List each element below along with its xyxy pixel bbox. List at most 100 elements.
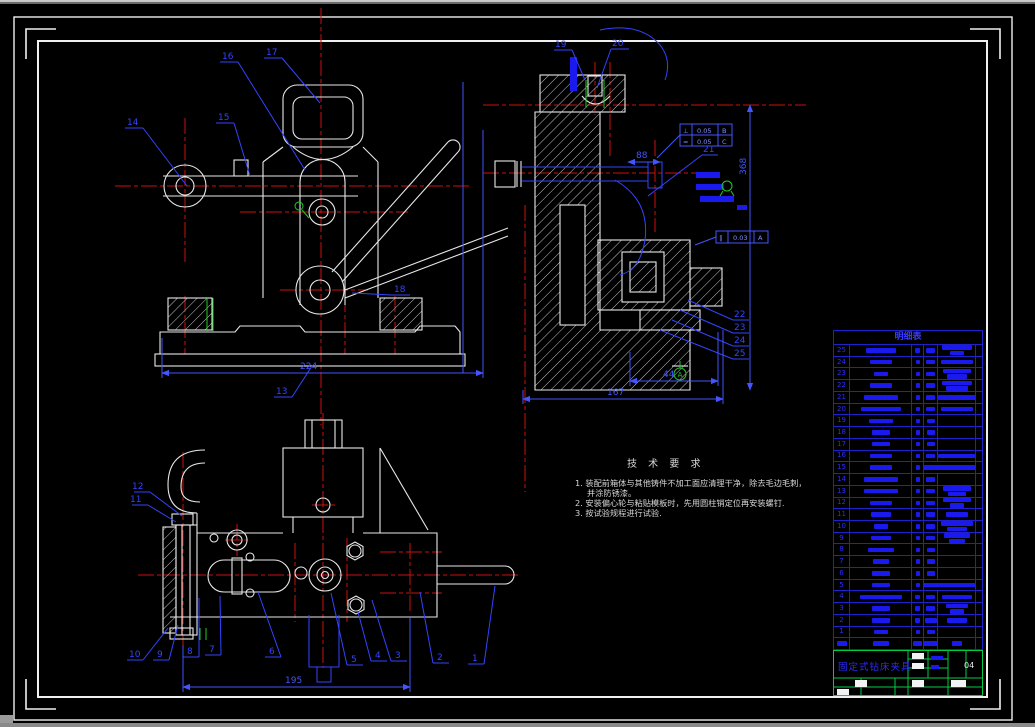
tol3-datum: A bbox=[758, 234, 763, 242]
parts-row-3: 3 bbox=[834, 603, 982, 615]
balloon-15: 15 bbox=[218, 113, 229, 123]
corner-mark-top-right bbox=[970, 28, 1001, 59]
parts-row-23: 23 bbox=[834, 368, 982, 381]
parts-row-24: 24 bbox=[834, 356, 982, 369]
balloon-4: 4 bbox=[375, 651, 381, 661]
parts-row-7: 7 bbox=[834, 556, 982, 568]
balloon-21: 21 bbox=[703, 145, 714, 155]
parts-row-6: 6 bbox=[834, 567, 982, 580]
sheet-number: 04 bbox=[964, 661, 975, 670]
balloon-8: 8 bbox=[187, 647, 193, 657]
parts-row-12: 12 bbox=[834, 497, 982, 510]
front-geometry bbox=[154, 84, 509, 367]
parts-row-15: 15 bbox=[834, 462, 982, 475]
dim-368-text: 368 bbox=[739, 158, 749, 175]
balloon-11: 11 bbox=[130, 495, 141, 505]
tol3-symbol: ∥ bbox=[719, 234, 722, 242]
parts-row-11: 11 bbox=[834, 509, 982, 522]
balloon-14: 14 bbox=[127, 118, 139, 128]
balloon-22: 22 bbox=[734, 310, 745, 320]
tolerance-frame-parallel: ∥ 0.03 A bbox=[694, 230, 769, 246]
tol1-symbol: ⊥ bbox=[683, 127, 689, 135]
balloon-10: 10 bbox=[129, 650, 141, 660]
tech-req-title: 技 术 要 求 bbox=[627, 459, 705, 470]
dim-195-text: 195 bbox=[285, 676, 302, 686]
tol1-value: 0.05 bbox=[697, 127, 711, 135]
parts-row-13: 13 bbox=[834, 485, 982, 498]
parts-row-21: 21 bbox=[834, 391, 982, 404]
title-block[interactable]: 固定式钻床夹具 04 bbox=[833, 650, 983, 696]
balloon-5: 5 bbox=[351, 655, 357, 665]
title-block-text-blur bbox=[931, 656, 943, 660]
balloon-3: 3 bbox=[395, 651, 401, 661]
parts-row-5: 5 bbox=[834, 579, 982, 592]
top-section-symbol bbox=[308, 615, 340, 683]
dim-44-text: 44 bbox=[663, 370, 675, 380]
corner-mark-top-left bbox=[25, 28, 56, 59]
parts-list[interactable]: 明细表 25 24 23 22 21 20 19 18 17 16 15 14 13 12 11 10 9 8 7 6… bbox=[833, 330, 983, 650]
front-dim-224: 224 bbox=[161, 82, 484, 378]
top-view: 10 9 8 7 6 5 4 3 2 1 11 12 195 bbox=[127, 413, 520, 692]
balloon-9: 9 bbox=[157, 650, 163, 660]
tech-req-line-1b: 并涂防锈漆。 bbox=[587, 488, 637, 498]
balloon-18: 18 bbox=[394, 285, 406, 295]
tol2-datum: C bbox=[722, 138, 727, 146]
tol2-symbol: = bbox=[683, 138, 688, 146]
front-balloons: 16 17 14 15 18 13 bbox=[125, 48, 410, 398]
technical-requirements: 技 术 要 求 1. 装配前箱体与其他铸件不加工面应清理干净，除去毛边毛刺， 并… bbox=[575, 455, 843, 518]
tolerance-frame-upper: ⊥ 0.05 B = 0.05 C bbox=[656, 123, 733, 159]
parts-row-8: 8 bbox=[834, 544, 982, 557]
title-block-cell-highlight bbox=[912, 663, 924, 669]
top-geometry bbox=[162, 419, 515, 640]
title-block-text-blur bbox=[931, 665, 939, 669]
datum-a-label: A bbox=[678, 371, 683, 379]
dim-224-text: 224 bbox=[300, 362, 317, 372]
parts-row-25: 25 bbox=[834, 345, 982, 357]
front-green-marks bbox=[206, 201, 310, 332]
tol1-datum: B bbox=[722, 127, 726, 135]
parts-row-2: 2 bbox=[834, 614, 982, 627]
parts-row-19: 19 bbox=[834, 415, 982, 428]
balloon-23: 23 bbox=[734, 323, 745, 333]
title-block-cell-highlight bbox=[912, 680, 924, 687]
tech-req-line-1: 1. 装配前箱体与其他铸件不加工面应清理干净，除去毛边毛刺， bbox=[575, 478, 807, 488]
balloon-13: 13 bbox=[276, 387, 287, 397]
top-green-marks bbox=[199, 628, 207, 640]
side-view: A ⊥ 0.05 B = 0.05 C ∥ 0.03 A 20 19 21 22… bbox=[483, 27, 806, 492]
balloon-12: 12 bbox=[132, 482, 143, 492]
balloon-1: 1 bbox=[472, 654, 478, 664]
drawing-title: 固定式钻床夹具 bbox=[838, 662, 912, 673]
parts-list-title: 明细表 bbox=[834, 331, 982, 345]
balloon-19: 19 bbox=[555, 40, 567, 50]
parts-row-1: 1 bbox=[834, 626, 982, 639]
parts-row-4: 4 bbox=[834, 591, 982, 604]
balloon-24: 24 bbox=[734, 336, 746, 346]
balloon-2: 2 bbox=[437, 653, 443, 663]
parts-row-10: 10 bbox=[834, 521, 982, 533]
balloon-6: 6 bbox=[269, 647, 275, 657]
parts-row-22: 22 bbox=[834, 380, 982, 392]
balloon-7: 7 bbox=[209, 645, 215, 655]
title-block-cell-highlight bbox=[855, 680, 867, 687]
tol3-value: 0.03 bbox=[733, 234, 747, 242]
title-block-cell-highlight bbox=[912, 653, 924, 659]
corner-mark-bottom-left bbox=[25, 679, 56, 710]
parts-row-16: 16 bbox=[834, 450, 982, 463]
tech-req-line-3: 3. 按试验规程进行试验. bbox=[575, 508, 662, 518]
parts-row-17: 17 bbox=[834, 438, 982, 451]
parts-row-14: 14 bbox=[834, 474, 982, 486]
parts-row-9: 9 bbox=[834, 532, 982, 545]
cad-application-window: 16 17 14 15 18 13 224 A ⊥ 0.05 B = 0.05 … bbox=[0, 0, 1035, 727]
balloon-25: 25 bbox=[734, 349, 745, 359]
dim-88-text: 88 bbox=[636, 151, 648, 161]
parts-list-header-row bbox=[834, 638, 982, 650]
dim-167-text: 167 bbox=[607, 388, 624, 398]
tech-req-line-2: 2. 安装偏心轮与粘贴模板时，先用圆柱销定位再安装螺钉. bbox=[575, 498, 785, 508]
parts-row-18: 18 bbox=[834, 427, 982, 439]
side-geometry bbox=[494, 74, 723, 391]
front-view: 16 17 14 15 18 13 224 bbox=[115, 8, 509, 425]
parts-list-rows: 25 24 23 22 21 20 19 18 17 16 15 14 13 12 11 10 9 8 7 6 5 4 3 2… bbox=[834, 345, 982, 650]
balloon-20: 20 bbox=[612, 39, 624, 49]
balloon-16: 16 bbox=[222, 52, 234, 62]
balloon-17: 17 bbox=[266, 48, 277, 58]
